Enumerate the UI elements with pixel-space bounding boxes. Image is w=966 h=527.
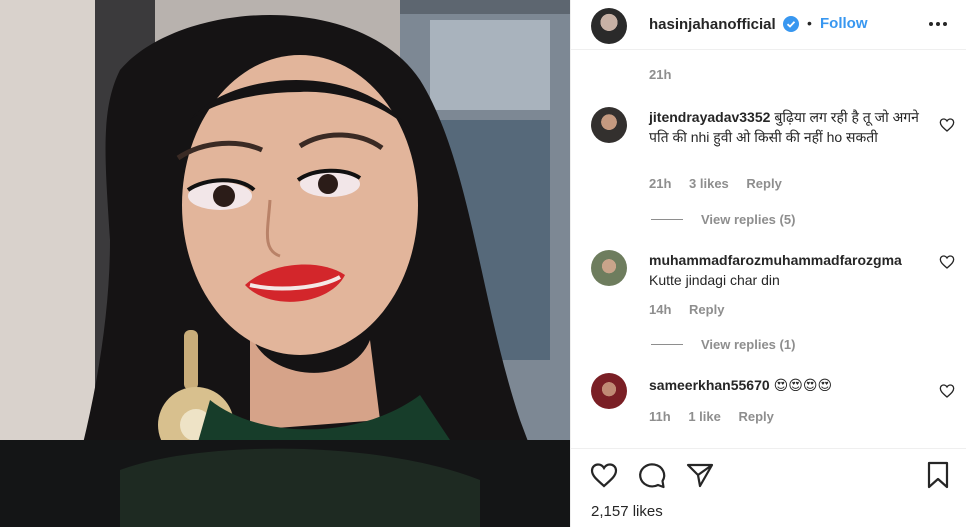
- comment-meta: 11h 1 like Reply: [649, 409, 788, 424]
- caption-meta: 21h: [649, 67, 685, 82]
- replies-line: [651, 219, 683, 220]
- comment-item: muhammadfarozmuhammadfarozgma Kutte jind…: [591, 250, 961, 330]
- reply-button[interactable]: Reply: [746, 176, 781, 191]
- comment-body: sameerkhan55670 😍😍😍😍: [649, 375, 939, 395]
- comment-time: 11h: [649, 409, 671, 424]
- caption-time: 21h: [649, 67, 672, 82]
- author-avatar[interactable]: [591, 8, 627, 44]
- comment-text: 😍😍😍😍: [773, 377, 833, 393]
- comment-like-heart-icon[interactable]: [939, 117, 955, 133]
- paper-plane-icon[interactable]: [685, 461, 715, 489]
- post-photo[interactable]: [0, 0, 570, 527]
- likes-count[interactable]: 2,157 likes: [591, 503, 663, 520]
- comment-like-heart-icon[interactable]: [939, 383, 955, 399]
- comment-time: 14h: [649, 302, 672, 317]
- view-replies-button[interactable]: View replies (5): [651, 212, 795, 227]
- view-replies-label: View replies (1): [701, 337, 796, 352]
- commenter-avatar[interactable]: [591, 107, 627, 143]
- view-replies-label: View replies (5): [701, 212, 796, 227]
- comment-text: Kutte jindagi char din: [649, 272, 780, 288]
- comment-body: muhammadfarozmuhammadfarozgma Kutte jind…: [649, 250, 949, 290]
- author-username[interactable]: hasinjahanofficial: [649, 16, 776, 33]
- comment-item: jitendrayadav3352 बुढ़िया लग रही है तू जो…: [591, 107, 961, 217]
- comment-meta: 14h Reply: [649, 302, 738, 317]
- comment-likes[interactable]: 3 likes: [689, 176, 729, 191]
- verified-badge-icon: [783, 16, 799, 32]
- comment-author[interactable]: jitendrayadav3352: [649, 109, 770, 125]
- header-separator: •: [807, 15, 812, 31]
- post-side-panel: hasinjahanofficial • Follow 21h jitendra…: [570, 0, 966, 527]
- reply-button[interactable]: Reply: [738, 409, 773, 424]
- comment-likes[interactable]: 1 like: [688, 409, 721, 424]
- comment-icon[interactable]: [637, 461, 667, 489]
- follow-button[interactable]: Follow: [820, 15, 868, 32]
- view-replies-button[interactable]: View replies (1): [651, 337, 795, 352]
- post-image: [0, 0, 570, 527]
- post-actions-bar: [571, 448, 966, 498]
- more-options-icon[interactable]: [927, 13, 949, 35]
- bookmark-icon[interactable]: [923, 461, 953, 489]
- comment-time: 21h: [649, 176, 672, 191]
- commenter-avatar[interactable]: [591, 373, 627, 409]
- comment-meta: 21h 3 likes Reply: [649, 176, 796, 191]
- comment-like-heart-icon[interactable]: [939, 254, 955, 270]
- commenter-avatar[interactable]: [591, 250, 627, 286]
- comment-author[interactable]: muhammadfarozmuhammadfarozgma: [649, 250, 945, 270]
- comment-author[interactable]: sameerkhan55670: [649, 377, 770, 393]
- post-header: hasinjahanofficial • Follow: [571, 0, 966, 50]
- replies-line: [651, 344, 683, 345]
- comment-body: jitendrayadav3352 बुढ़िया लग रही है तू जो…: [649, 107, 939, 147]
- heart-icon[interactable]: [589, 461, 619, 489]
- reply-button[interactable]: Reply: [689, 302, 724, 317]
- comment-item: sameerkhan55670 😍😍😍😍 11h 1 like Reply: [591, 373, 961, 433]
